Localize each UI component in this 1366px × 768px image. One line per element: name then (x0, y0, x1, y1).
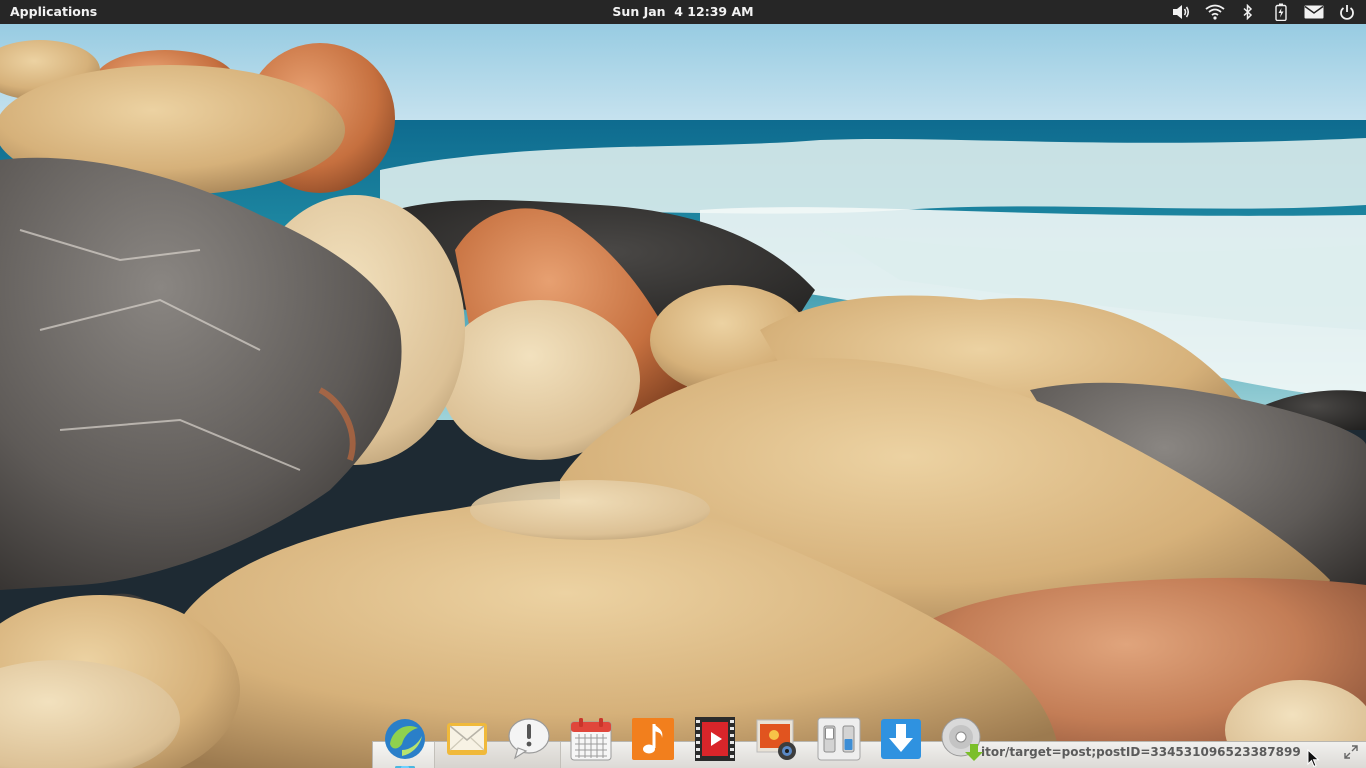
mail-icon[interactable] (1303, 0, 1325, 24)
dock-item-notifications[interactable] (506, 716, 552, 762)
dock-item-software-center[interactable] (878, 716, 924, 762)
dock-item-disc-installer[interactable] (940, 716, 986, 762)
dock-item-calendar[interactable] (568, 716, 614, 762)
bluetooth-icon[interactable] (1237, 0, 1259, 24)
desktop-wallpaper (0, 0, 1366, 768)
disc-download-icon (941, 717, 983, 761)
dock (378, 712, 998, 768)
applications-menu-button[interactable]: Applications (10, 0, 97, 24)
speech-bubble-alert-icon (508, 718, 550, 760)
music-note-icon (632, 718, 674, 760)
dock-item-videos[interactable] (692, 716, 738, 762)
top-panel: Applications Sun Jan 4 12:39 AM (0, 0, 1366, 24)
wifi-icon[interactable] (1204, 0, 1226, 24)
download-arrow-icon (881, 719, 921, 759)
dock-item-mail[interactable] (444, 716, 490, 762)
toggle-switches-icon (817, 717, 861, 761)
mail-client-icon (447, 723, 487, 755)
calendar-icon (570, 718, 612, 761)
clock-datetime[interactable]: Sun Jan 4 12:39 AM (612, 4, 753, 19)
dock-item-browser[interactable] (382, 716, 428, 768)
fullscreen-icon[interactable] (1344, 744, 1358, 759)
photo-camera-icon (756, 719, 796, 760)
dock-item-system-settings[interactable] (816, 716, 862, 762)
battery-icon[interactable] (1270, 0, 1292, 24)
dock-item-photos[interactable] (754, 716, 800, 762)
volume-icon[interactable] (1171, 0, 1193, 24)
film-strip-play-icon (695, 717, 735, 761)
power-icon[interactable] (1336, 0, 1358, 24)
address-bar-url[interactable]: itor/target=post;postID=3345310965233878… (981, 742, 1301, 762)
midori-browser-icon (385, 719, 425, 759)
indicator-area (1160, 0, 1358, 24)
dock-item-music[interactable] (630, 716, 676, 762)
